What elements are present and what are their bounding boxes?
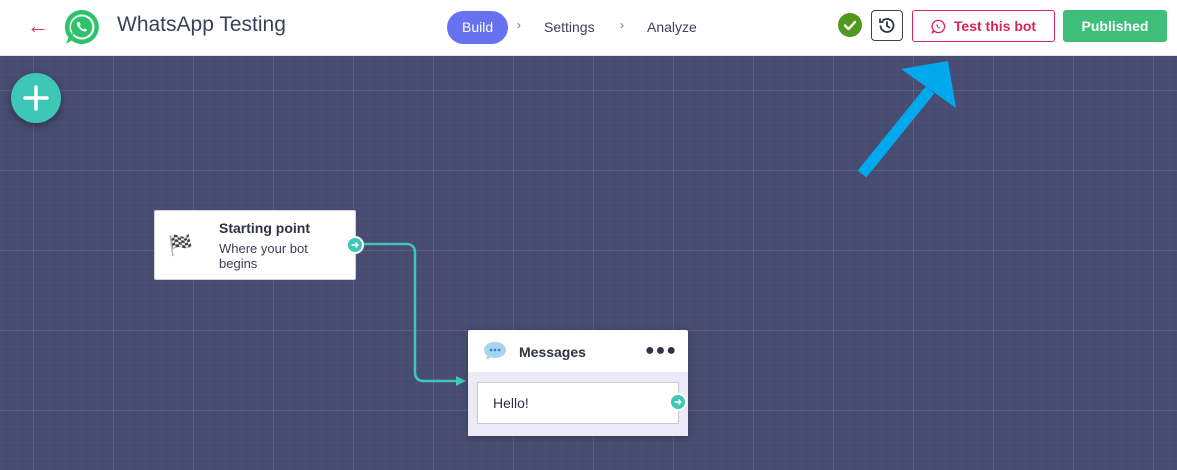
- annotation-arrow-icon: [857, 61, 956, 178]
